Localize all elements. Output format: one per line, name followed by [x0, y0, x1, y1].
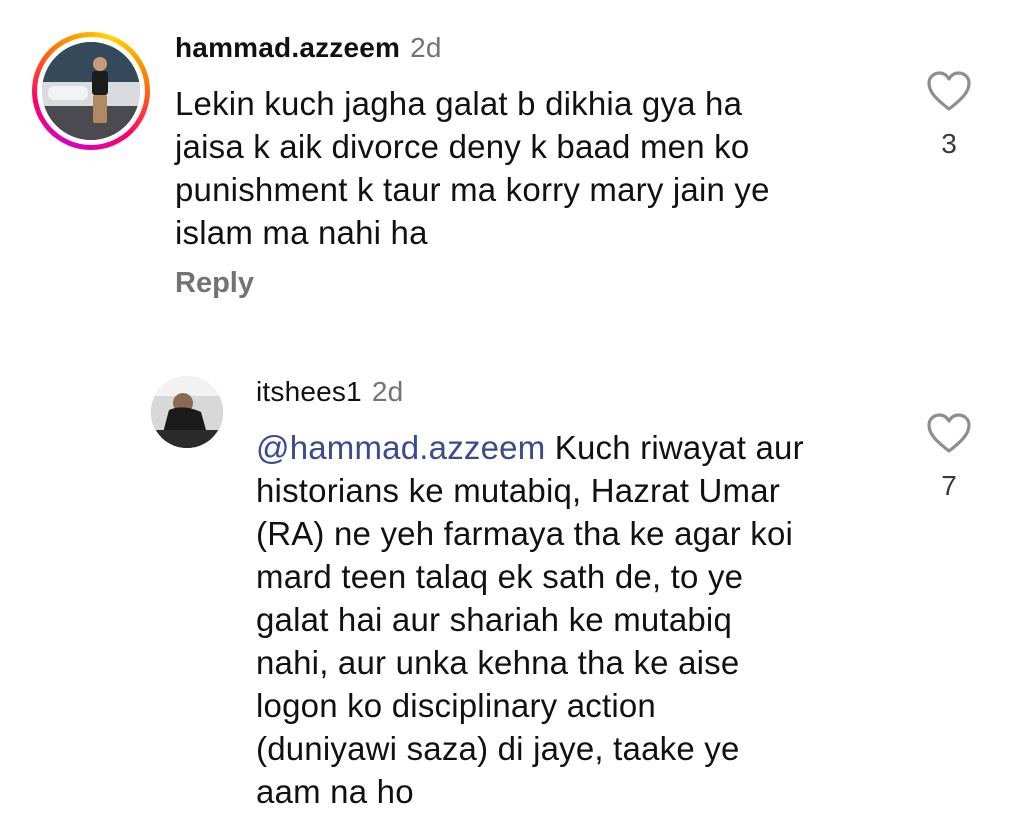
comment-age: 2d: [410, 32, 442, 63]
comment-line: punishment k taur ma korry mary jain ye: [175, 171, 770, 208]
comment-line: jaisa k aik divorce deny k baad men ko: [175, 128, 750, 165]
comment-line: (duniyawi saza) di jaye, taake ye: [256, 730, 740, 767]
avatar[interactable]: [151, 376, 223, 448]
comment-age: 2d: [371, 376, 404, 407]
comment-header: hammad.azzeem 2d: [175, 32, 442, 64]
comment-line: aam na ho: [256, 773, 414, 810]
like-control: 3: [926, 70, 972, 160]
reply-button[interactable]: Reply: [175, 267, 254, 300]
comment-line: @hammad.azzeem Kuch riwayat aur: [256, 426, 804, 469]
comment-line: islam ma nahi ha: [175, 214, 428, 251]
comment-line: galat hai aur shariah ke mutabiq: [256, 601, 733, 638]
profile-photo: [42, 42, 140, 140]
like-control: 7: [926, 412, 972, 502]
like-count: 7: [941, 470, 957, 501]
comment-line: nahi, aur unka kehna tha ke aise: [256, 644, 740, 681]
username[interactable]: hammad.azzeem: [175, 32, 400, 63]
like-count: 3: [941, 128, 957, 159]
avatar[interactable]: [32, 32, 150, 150]
comment-line: logon ko disciplinary action: [256, 687, 656, 724]
comment-item: itshees1 2d @hammad.azzeem Kuch riwayat a…: [0, 360, 1024, 815]
comment-text: Lekin kuch jagha galat b dikhia gya ha j…: [175, 82, 770, 254]
comment-item: hammad.azzeem 2d Lekin kuch jagha galat b…: [0, 0, 1024, 330]
comment-text: @hammad.azzeem Kuch riwayat aur historia…: [256, 426, 804, 813]
comment-line: mard teen talaq ek sath de, to ye: [256, 558, 744, 595]
comment-line: historians ke mutabiq, Hazrat Umar: [256, 472, 780, 509]
mention-link[interactable]: @hammad.azzeem: [256, 429, 545, 466]
comment-header: itshees1 2d: [256, 376, 403, 408]
comment-line: (RA) ne yeh farmaya tha ke agar koi: [256, 515, 794, 552]
comment-line-rest: Kuch riwayat aur: [545, 429, 804, 466]
comment-line: Lekin kuch jagha galat b dikhia gya ha: [175, 85, 743, 122]
username[interactable]: itshees1: [256, 376, 362, 407]
heart-outline-icon[interactable]: [926, 412, 972, 454]
heart-outline-icon[interactable]: [926, 70, 972, 112]
